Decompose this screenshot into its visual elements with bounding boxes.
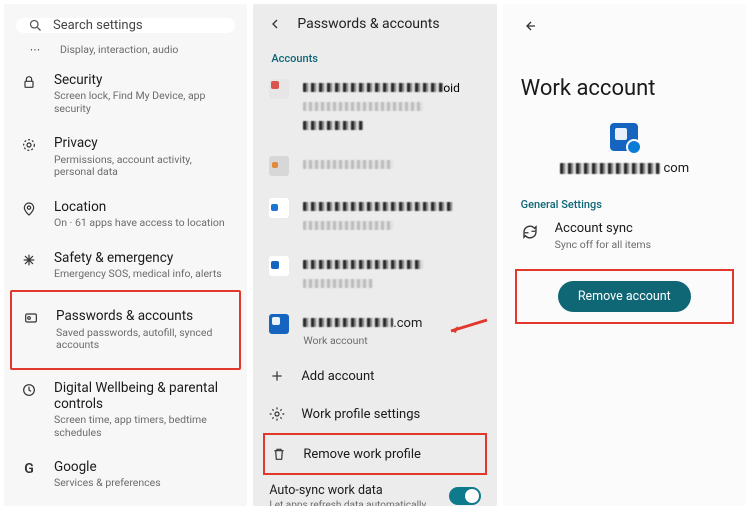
gear-icon [269,406,285,422]
lock-icon [21,74,37,90]
topbar [503,4,746,52]
account-name-redacted [303,318,393,327]
asterisk-icon [21,252,37,268]
add-account-label: Add account [301,369,374,384]
remove-work-profile-label: Remove work profile [303,447,421,462]
settings-item-privacy[interactable]: Privacy Permissions, account activity, p… [4,125,247,188]
section-accounts-label: Accounts [253,48,496,67]
account-avatar [269,198,289,218]
account-row[interactable] [253,186,496,244]
remove-account-button[interactable]: Remove account [558,281,691,312]
account-name-redacted [303,260,423,269]
work-profile-settings-label: Work profile settings [301,407,420,422]
page-title: Work account [503,52,746,117]
passwords-accounts-pane: Passwords & accounts Personal Work Accou… [253,4,496,506]
settings-title: Safety & emergency [54,250,233,266]
account-row[interactable] [253,144,496,186]
settings-title: Security [54,72,233,88]
settings-sub: Saved passwords, autofill, synced accoun… [56,327,231,352]
settings-item-location[interactable]: Location On · 61 apps have access to loc… [4,189,247,240]
settings-sub: Services & preferences [54,477,233,490]
plus-icon [269,368,285,384]
topbar: Passwords & accounts [253,4,496,40]
settings-sub: On · 61 apps have access to location [54,217,233,230]
highlight-remove-account: Remove account [515,269,734,324]
account-sub-redacted [303,102,423,111]
search-icon [28,18,43,33]
back-icon[interactable] [267,16,283,32]
add-account-row[interactable]: Add account [253,357,496,395]
truncated-sub: Display, interaction, audio [60,43,178,56]
account-avatar [269,256,289,276]
trash-icon [271,446,287,462]
annotation-arrow [445,318,489,334]
account-summary: com [503,117,746,194]
account-email-redacted [560,163,660,174]
back-icon[interactable] [521,18,537,34]
settings-item-wellbeing[interactable]: Digital Wellbeing & parental controls Sc… [4,370,247,450]
highlight-passwords-accounts: Passwords & accounts Saved passwords, au… [10,290,241,369]
settings-item-security[interactable]: Security Screen lock, Find My Device, ap… [4,62,247,125]
account-row[interactable]: oid [253,67,496,144]
sync-icon [521,223,539,241]
work-account-detail-pane: Work account com General Settings Accoun… [503,4,746,506]
work-account-row[interactable]: .com Work account [253,302,496,357]
work-account-badge-icon [610,123,638,151]
account-sync-title: Account sync [555,221,651,236]
account-sync-sub: Sync off for all items [555,238,651,251]
account-sync-row[interactable]: Account sync Sync off for all items [503,213,746,265]
auto-sync-toggle[interactable] [449,487,481,505]
section-general-label: General Settings [503,194,746,213]
settings-item-safety[interactable]: Safety & emergency Emergency SOS, medica… [4,240,247,291]
settings-title: Privacy [54,135,233,151]
work-account-avatar [269,314,289,334]
settings-title: Digital Wellbeing & parental controls [54,380,233,412]
location-icon [21,201,37,217]
search-settings[interactable]: Search settings [16,18,235,33]
wellbeing-icon [21,382,37,398]
account-avatar [269,156,289,176]
settings-sub: Emergency SOS, medical info, alerts [54,268,233,281]
settings-title: Google [54,459,233,475]
settings-title: Location [54,199,233,215]
work-profile-settings-row[interactable]: Work profile settings [253,395,496,433]
settings-item-google[interactable]: G Google Services & preferences [4,449,247,500]
auto-sync-title: Auto-sync work data [269,483,426,498]
auto-sync-row[interactable]: Auto-sync work data Let apps refresh dat… [253,475,496,506]
ellipsis-icon: ⋯ [24,43,46,56]
account-name-redacted [303,83,443,92]
account-sub-redacted [303,121,363,130]
privacy-icon [21,137,37,153]
truncated-item[interactable]: ⋯ Display, interaction, audio [4,41,247,62]
account-name-redacted [303,160,393,169]
account-email-suffix: com [664,161,690,176]
settings-sub: Screen time, app timers, bedtime schedul… [54,414,233,439]
settings-item-passwords-accounts[interactable]: Passwords & accounts Saved passwords, au… [20,298,231,361]
page-title: Passwords & accounts [297,16,439,32]
remove-work-profile-row[interactable]: Remove work profile [265,435,484,473]
work-account-sub: Work account [303,334,480,347]
settings-title: Passwords & accounts [56,308,231,324]
settings-sub: Permissions, account activity, personal … [54,154,233,179]
account-name-redacted [303,202,453,211]
google-icon: G [18,459,40,477]
settings-sub: Screen lock, Find My Device, app securit… [54,90,233,115]
search-placeholder: Search settings [53,18,143,33]
key-account-icon [23,310,39,326]
work-account-domain: .com [393,316,422,331]
highlight-remove-work-profile: Remove work profile [263,433,486,475]
account-row[interactable] [253,244,496,302]
auto-sync-sub: Let apps refresh data automatically [269,500,426,506]
account-sub-redacted [303,221,393,230]
account-avatar [269,79,289,99]
settings-main-pane: Search settings ⋯ Display, interaction, … [4,4,247,506]
settings-item-system[interactable]: System Languages, gestures, time, backup [4,500,247,506]
account-sub-redacted [303,279,373,288]
